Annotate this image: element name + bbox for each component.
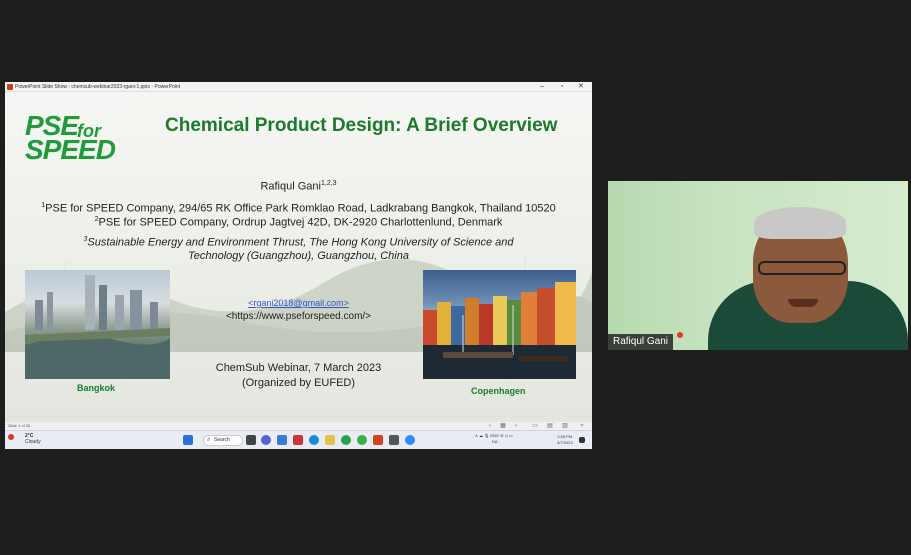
windows-start-icon[interactable] bbox=[183, 435, 193, 445]
slideshow-statusbar: Slide 1 of 20 ‹ ▦ › ▭ ▤ ▥ ▿ bbox=[5, 422, 592, 430]
screen-share-window: PowerPoint Slide Show - chemsub-webinar2… bbox=[5, 82, 592, 449]
powerpoint-icon bbox=[7, 84, 13, 90]
app-icon[interactable] bbox=[389, 435, 399, 445]
participant-video: Rafiqul Gani bbox=[608, 181, 908, 350]
cloud-icon: ☁ bbox=[479, 433, 484, 438]
battery-icon: ▭ bbox=[508, 433, 513, 438]
participant-hair bbox=[754, 207, 846, 239]
minimize-button[interactable]: – bbox=[535, 82, 549, 92]
close-button[interactable]: ✕ bbox=[574, 82, 588, 92]
copenhagen-nyhavn-image bbox=[423, 282, 576, 379]
tray-chevron-icon[interactable]: ∧ bbox=[475, 433, 478, 438]
mic-icon: 🎙 bbox=[484, 433, 490, 438]
powerpoint-taskbar-icon[interactable] bbox=[373, 435, 383, 445]
wifi-icon: ≋ bbox=[500, 433, 504, 438]
slideshow-icon[interactable]: ▿ bbox=[579, 423, 585, 429]
aff1-address: 294/65 RK Office Park Romklao Road, Ladk… bbox=[175, 202, 556, 215]
restore-button[interactable]: ▫ bbox=[555, 82, 569, 92]
copenhagen-photo bbox=[423, 270, 576, 379]
logo-speed-text: SPEED bbox=[25, 134, 116, 165]
participant-glasses bbox=[758, 261, 846, 275]
task-view-icon[interactable] bbox=[246, 435, 256, 445]
window-title: PowerPoint Slide Show - chemsub-webinar2… bbox=[15, 84, 181, 90]
zoom-icon[interactable] bbox=[405, 435, 415, 445]
windows-taskbar: 2°C Cloudy ⌕ Search ∧ ☁ 🎙 ENG DA ≋ ◁ ▭ 2… bbox=[5, 430, 592, 449]
edge-icon[interactable] bbox=[309, 435, 319, 445]
search-icon: ⌕ bbox=[207, 437, 211, 443]
aff3-line1-text: Sustainable Energy and Environment Thrus… bbox=[87, 236, 514, 249]
prev-slide-icon[interactable]: ‹ bbox=[487, 423, 493, 429]
folder-icon[interactable] bbox=[325, 435, 335, 445]
slide-grid-icon[interactable]: ▦ bbox=[500, 423, 506, 429]
volume-icon: ◁ bbox=[504, 433, 508, 438]
file-explorer-icon[interactable] bbox=[277, 435, 287, 445]
slide-sorter-icon[interactable]: ▤ bbox=[547, 423, 553, 429]
affiliation-1: 1PSE for SPEED Company, 294/65 RK Office… bbox=[5, 202, 592, 215]
author-name: Rafiqul Gani1,2,3 bbox=[5, 180, 592, 193]
weather-desc: Cloudy bbox=[25, 439, 41, 445]
weather-widget[interactable]: 2°C Cloudy bbox=[25, 433, 41, 445]
language-indicator[interactable]: ENG DA bbox=[490, 433, 499, 445]
recording-dot-icon bbox=[677, 332, 683, 338]
taskbar-search[interactable]: ⌕ Search bbox=[203, 435, 243, 446]
participant-name-tag: Rafiqul Gani bbox=[608, 334, 674, 350]
search-label: Search bbox=[214, 437, 230, 443]
clock-date: 3/7/2023 bbox=[557, 440, 573, 445]
language-line2: DA bbox=[491, 439, 498, 444]
chat-icon[interactable] bbox=[261, 435, 271, 445]
weather-icon bbox=[8, 434, 14, 440]
reading-view-icon[interactable]: ▥ bbox=[562, 423, 568, 429]
window-titlebar: PowerPoint Slide Show - chemsub-webinar2… bbox=[5, 82, 592, 92]
author-superscript: 1,2,3 bbox=[320, 180, 337, 187]
affiliation-2: 2PSE for SPEED Company, Ordrup Jagtvej 4… bbox=[5, 216, 592, 229]
taskbar-clock[interactable]: 2:05 PM 3/7/2023 bbox=[557, 434, 573, 446]
affiliation-3-line-1: 3Sustainable Energy and Environment Thru… bbox=[5, 236, 592, 249]
antivirus-icon[interactable] bbox=[293, 435, 303, 445]
slide-number: Slide 1 of 20 bbox=[8, 423, 31, 428]
affiliation-3-line-2: Technology (Guangzhou), Guangzhou, China bbox=[188, 250, 409, 262]
participant-mouth bbox=[788, 299, 818, 307]
copenhagen-caption: Copenhagen bbox=[471, 386, 526, 396]
chrome-profile-icon[interactable] bbox=[357, 435, 367, 445]
author-text: Rafiqul Gani bbox=[260, 180, 321, 193]
pse-for-speed-logo: PSE for SPEED bbox=[25, 112, 120, 164]
presentation-slide: PSE for SPEED Chemical Product Design: A… bbox=[5, 92, 592, 422]
aff2-text: PSE for SPEED Company, Ordrup Jagtvej 42… bbox=[98, 216, 503, 229]
aff1-company: PSE for SPEED Company, bbox=[45, 202, 176, 215]
system-tray[interactable]: ∧ ☁ 🎙 ENG DA ≋ ◁ ▭ bbox=[475, 433, 513, 445]
slide-title: Chemical Product Design: A Brief Overvie… bbox=[165, 115, 558, 136]
normal-view-icon[interactable]: ▭ bbox=[532, 423, 538, 429]
next-slide-icon[interactable]: › bbox=[513, 423, 519, 429]
chrome-icon[interactable] bbox=[341, 435, 351, 445]
notification-icon[interactable] bbox=[579, 437, 585, 443]
